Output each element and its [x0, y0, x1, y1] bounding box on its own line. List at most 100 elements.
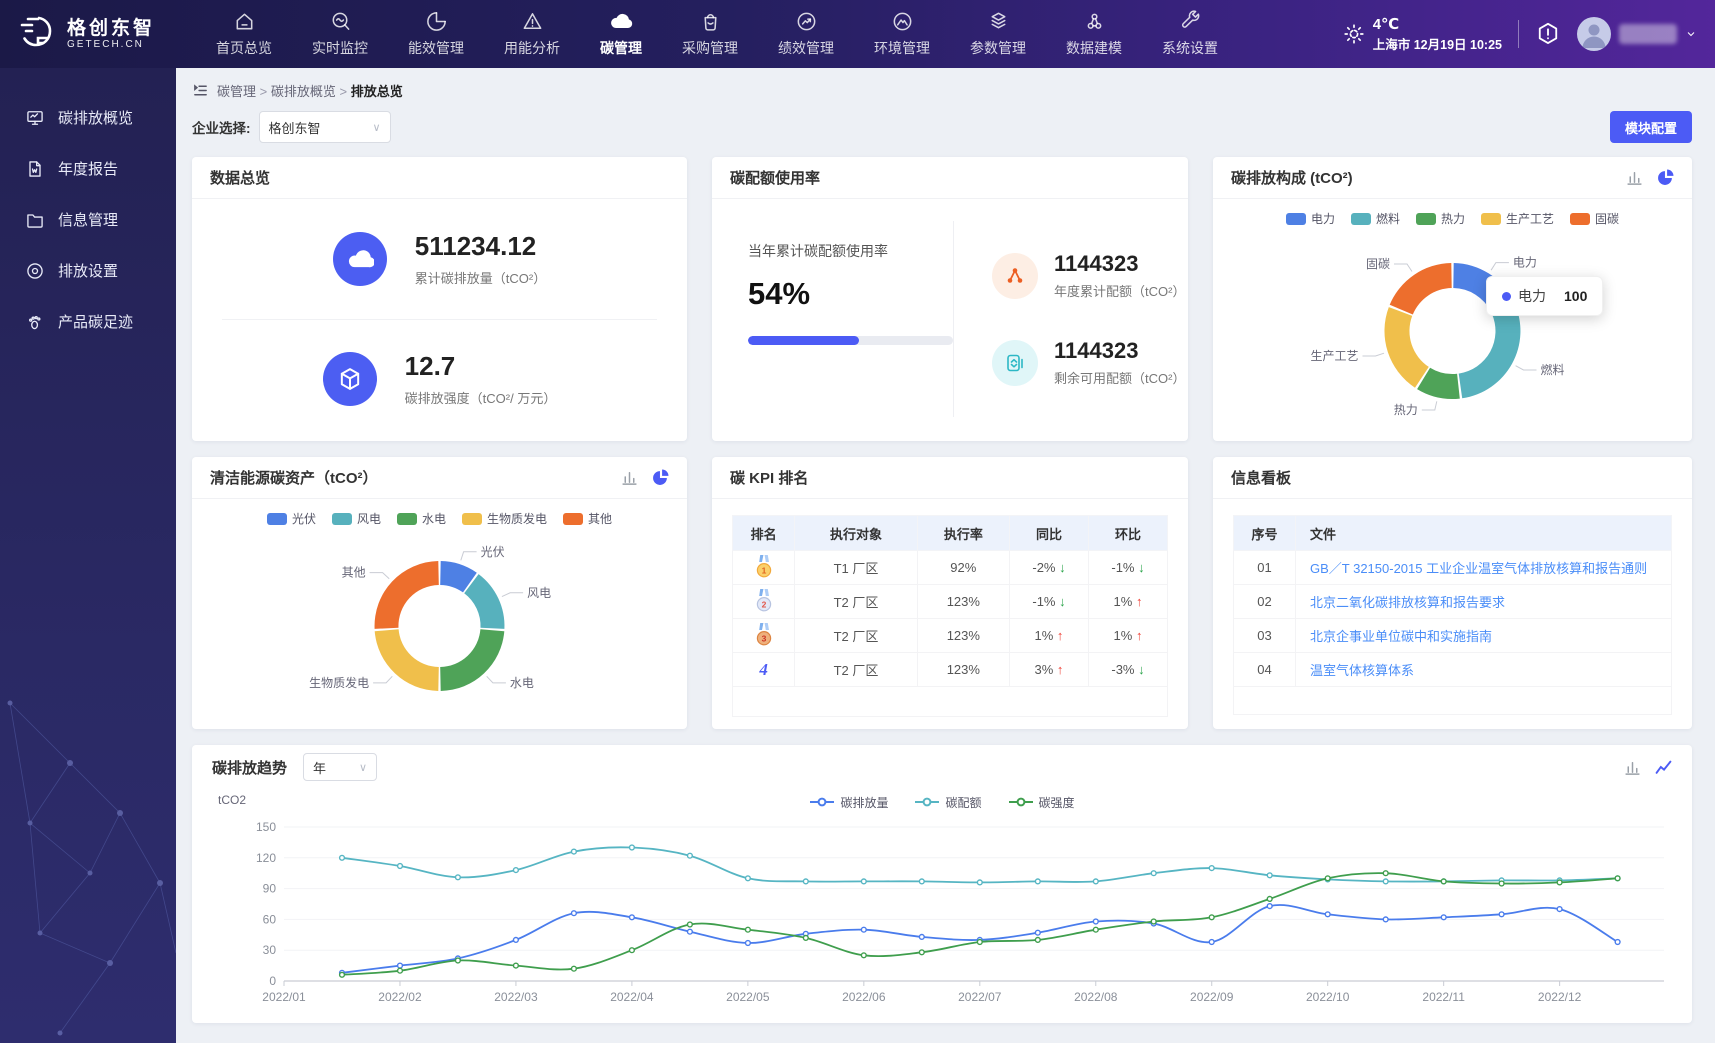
- legend-item[interactable]: 生物质发电: [462, 510, 547, 527]
- legend-item[interactable]: 燃料: [1351, 210, 1400, 227]
- nav-item-settings[interactable]: 系统设置: [1162, 10, 1218, 58]
- data-point[interactable]: [688, 922, 693, 927]
- data-point[interactable]: [514, 938, 519, 943]
- sidebar-item-report[interactable]: 年度报告: [0, 143, 176, 194]
- bar-chart-toggle-icon[interactable]: [1626, 169, 1643, 186]
- data-point[interactable]: [1151, 919, 1156, 924]
- data-point[interactable]: [977, 880, 982, 885]
- data-point[interactable]: [1151, 871, 1156, 876]
- pie-chart-toggle-icon[interactable]: [652, 469, 669, 486]
- data-point[interactable]: [919, 950, 924, 955]
- data-point[interactable]: [514, 963, 519, 968]
- data-point[interactable]: [1325, 912, 1330, 917]
- pie-slice-3[interactable]: [375, 629, 439, 691]
- trend-legend-item[interactable]: 碳配额: [914, 794, 981, 811]
- data-point[interactable]: [1557, 880, 1562, 885]
- file-link[interactable]: GB／T 32150-2015 工业企业温室气体排放核算和报告通则: [1310, 561, 1647, 576]
- data-point[interactable]: [746, 876, 751, 881]
- pie-chart-toggle-icon[interactable]: [1657, 169, 1674, 186]
- legend-item[interactable]: 生产工艺: [1481, 210, 1554, 227]
- data-point[interactable]: [1615, 876, 1620, 881]
- module-config-button[interactable]: 模块配置: [1610, 111, 1692, 143]
- data-point[interactable]: [456, 958, 461, 963]
- data-point[interactable]: [1267, 897, 1272, 902]
- legend-item[interactable]: 风电: [332, 510, 381, 527]
- breadcrumb-item[interactable]: 碳排放概览: [271, 84, 336, 99]
- nav-item-model[interactable]: 数据建模: [1066, 10, 1122, 58]
- legend-item[interactable]: 固碳: [1570, 210, 1619, 227]
- breadcrumb-item[interactable]: 碳管理: [217, 84, 256, 99]
- nav-item-home[interactable]: 首页总览: [216, 10, 272, 58]
- data-point[interactable]: [1267, 904, 1272, 909]
- data-point[interactable]: [630, 948, 635, 953]
- nav-item-perf[interactable]: 绩效管理: [778, 10, 834, 58]
- data-point[interactable]: [977, 940, 982, 945]
- data-point[interactable]: [861, 953, 866, 958]
- sidebar-item-footprint[interactable]: 产品碳足迹: [0, 296, 176, 347]
- bar-chart-toggle-icon[interactable]: [1624, 759, 1641, 776]
- pie-slice-4[interactable]: [1390, 263, 1452, 315]
- data-point[interactable]: [1035, 938, 1040, 943]
- pie-slice-2[interactable]: [440, 629, 504, 691]
- data-point[interactable]: [1209, 940, 1214, 945]
- trend-period-select[interactable]: 年 ∨: [303, 753, 377, 781]
- user-menu[interactable]: [1577, 17, 1697, 51]
- data-point[interactable]: [1035, 879, 1040, 884]
- legend-item[interactable]: 电力: [1286, 210, 1335, 227]
- data-point[interactable]: [1499, 881, 1504, 886]
- data-point[interactable]: [514, 868, 519, 873]
- data-point[interactable]: [746, 941, 751, 946]
- data-point[interactable]: [1383, 871, 1388, 876]
- data-point[interactable]: [861, 927, 866, 932]
- trend-legend-item[interactable]: 碳强度: [1008, 794, 1075, 811]
- trend-legend-item[interactable]: 碳排放量: [809, 794, 888, 811]
- nav-item-carbon[interactable]: 碳管理: [600, 10, 642, 58]
- data-point[interactable]: [1441, 879, 1446, 884]
- pie-slice-4[interactable]: [375, 561, 439, 629]
- data-point[interactable]: [630, 845, 635, 850]
- data-point[interactable]: [630, 915, 635, 920]
- file-link[interactable]: 北京二氧化碳排放核算和报告要求: [1310, 595, 1505, 610]
- sidebar-item-emission[interactable]: 排放设置: [0, 245, 176, 296]
- legend-item[interactable]: 水电: [397, 510, 446, 527]
- legend-item[interactable]: 其他: [563, 510, 612, 527]
- sidebar-item-info[interactable]: 信息管理: [0, 194, 176, 245]
- file-link[interactable]: 温室气体核算体系: [1310, 663, 1414, 678]
- data-point[interactable]: [1325, 876, 1330, 881]
- pie-slice-1[interactable]: [1459, 303, 1521, 398]
- data-point[interactable]: [572, 966, 577, 971]
- data-point[interactable]: [456, 875, 461, 880]
- data-point[interactable]: [1209, 866, 1214, 871]
- data-point[interactable]: [688, 929, 693, 934]
- data-point[interactable]: [1441, 915, 1446, 920]
- legend-item[interactable]: 光伏: [267, 510, 316, 527]
- nav-item-procure[interactable]: 采购管理: [682, 10, 738, 58]
- nav-item-analysis[interactable]: 用能分析: [504, 10, 560, 58]
- breadcrumb-item[interactable]: 排放总览: [351, 84, 403, 99]
- data-point[interactable]: [803, 936, 808, 941]
- data-point[interactable]: [398, 864, 403, 869]
- data-point[interactable]: [861, 879, 866, 884]
- logo[interactable]: 格创东智 GETECH.CN: [14, 12, 182, 56]
- line-chart-toggle-icon[interactable]: [1655, 759, 1672, 776]
- sidebar-item-overview[interactable]: 碳排放概览: [0, 92, 176, 143]
- data-point[interactable]: [919, 879, 924, 884]
- data-point[interactable]: [1267, 873, 1272, 878]
- pie-slice-3[interactable]: [1384, 307, 1428, 388]
- data-point[interactable]: [688, 853, 693, 858]
- data-point[interactable]: [1093, 879, 1098, 884]
- data-point[interactable]: [1093, 927, 1098, 932]
- data-point[interactable]: [1383, 879, 1388, 884]
- nav-item-env[interactable]: 环境管理: [874, 10, 930, 58]
- data-point[interactable]: [1093, 919, 1098, 924]
- data-point[interactable]: [1035, 930, 1040, 935]
- data-point[interactable]: [1383, 917, 1388, 922]
- data-point[interactable]: [803, 879, 808, 884]
- nav-item-params[interactable]: 参数管理: [970, 10, 1026, 58]
- data-point[interactable]: [572, 911, 577, 916]
- data-point[interactable]: [1615, 940, 1620, 945]
- data-point[interactable]: [1557, 907, 1562, 912]
- enterprise-select[interactable]: 格创东智 ∨: [259, 111, 391, 143]
- data-point[interactable]: [1499, 912, 1504, 917]
- data-point[interactable]: [919, 935, 924, 940]
